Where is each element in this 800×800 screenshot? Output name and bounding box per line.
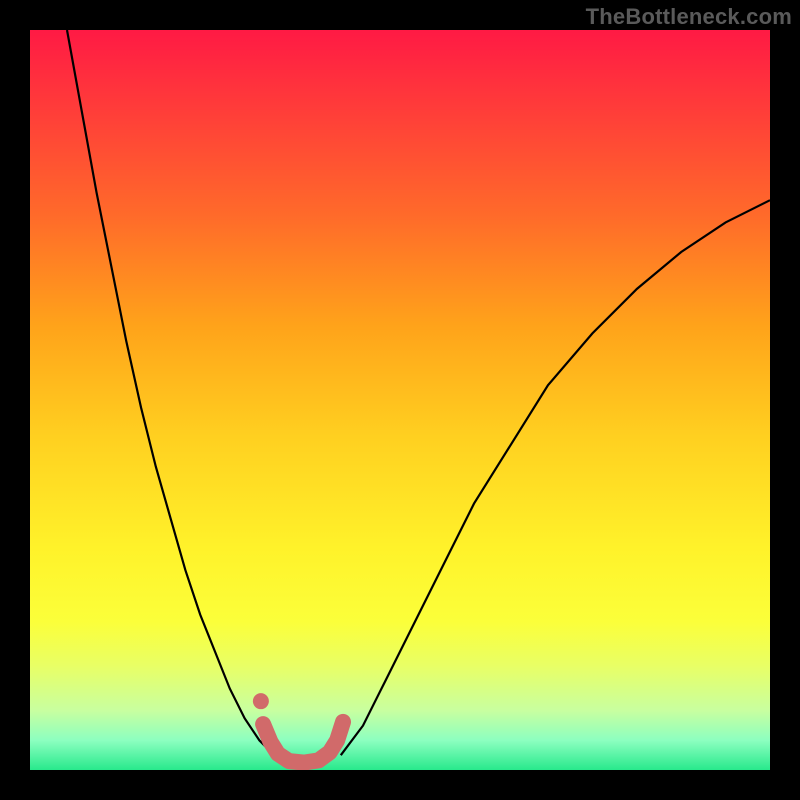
left-curve [67, 30, 274, 755]
chart-frame: TheBottleneck.com [0, 0, 800, 800]
trough-marker [263, 722, 343, 763]
right-curve [341, 200, 770, 755]
watermark-text: TheBottleneck.com [586, 4, 792, 30]
trough-dot-marker [253, 693, 269, 709]
chart-svg [30, 30, 770, 770]
plot-area [30, 30, 770, 770]
